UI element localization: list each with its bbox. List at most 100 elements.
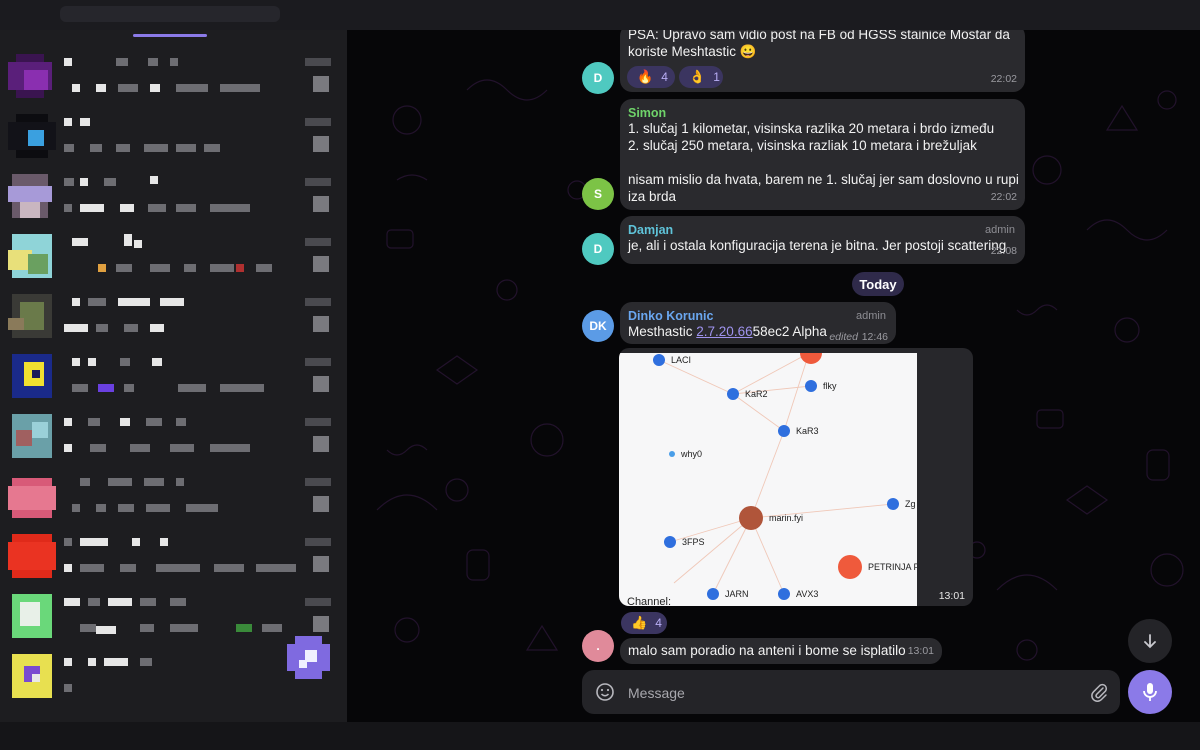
chat-list-item[interactable] [0,44,347,104]
edited-label: edited [829,331,858,343]
top-bar [0,0,1200,30]
blurred-title [60,6,280,22]
pixelated-avatar [4,230,56,282]
mesh-network-graph-image[interactable]: LACI KaR2 flky KaR3 why0 marin.fyi Zg 3FPS PETRI… [619,353,917,606]
sender-avatar[interactable]: D [582,62,614,94]
fire-emoji-icon: 🔥 [637,69,654,84]
message-text: iza brda [628,189,677,204]
graph-node-kar3 [778,425,790,437]
pixelated-avatar [4,650,56,702]
scroll-to-bottom-button[interactable] [1128,619,1172,663]
graph-node-avx3 [778,588,790,600]
network-graph: LACI KaR2 flky KaR3 why0 marin.fyi Zg 3FPS PETRI… [653,353,917,600]
arrow-down-icon [1144,634,1156,649]
message-time: 22:02 [990,191,1017,203]
message-text: 2. slučaj 250 metara, visinska razliak 1… [628,138,977,153]
pixelated-avatar [4,410,56,462]
graph-node-label: why0 [680,449,702,459]
pixelated-avatar [4,350,56,402]
pixelated-avatar [4,470,56,522]
paperclip-icon [1091,683,1107,702]
sender-avatar[interactable]: . [582,630,614,662]
message-bubble[interactable]: Dinko Korunic admin Mesthastic 2.7.20.66… [620,302,896,344]
graph-node-label: KaR2 [745,389,768,399]
pixelated-avatar [4,50,56,102]
message-text: 1. slučaj 1 kilometar, visinska razlika … [628,121,995,136]
graph-node-label: 3FPS [682,537,705,547]
message-time: 13:01 [907,645,934,657]
sender-avatar[interactable]: DK [582,310,614,342]
message-text: je, ali i ostala konfiguracija terena je… [628,238,1007,253]
chat-list-item[interactable] [0,524,347,584]
reaction-count: 1 [713,70,720,84]
chat-view: PSA: Upravo sam vidio post na FB od HGSS… [347,30,1200,722]
message-input[interactable] [626,670,1070,716]
message-bubble[interactable]: Damjan admin je, ali i ostala konfigurac… [620,216,1025,264]
chat-list-item[interactable] [0,284,347,344]
graph-node-flky [805,380,817,392]
graph-node-kar2 [727,388,739,400]
pixelated-avatar [4,290,56,342]
graph-node-3fps [664,536,676,548]
message-text: Mesthastic 2.7.20.6658ec2 Alpha [628,324,827,339]
chat-list-item[interactable] [0,344,347,404]
message-time: 22:08 [990,245,1017,257]
pixelated-avatar [4,590,56,642]
message-time: 22:02 [990,73,1017,85]
reaction-chip[interactable]: 👍 4 [621,612,667,634]
message-text: PSA: Upravo sam vidio post na FB od HGSS… [628,30,1010,42]
chat-list-item[interactable] [0,404,347,464]
reaction-count: 4 [661,70,668,84]
graph-node-label: PETRINJA F [868,562,917,572]
pixelated-avatar [4,170,56,222]
ok-hand-emoji-icon: 👌 [689,69,706,84]
reaction-chip[interactable]: 🔥 4 [627,66,675,88]
active-folder-indicator [133,34,207,37]
sender-avatar[interactable]: S [582,178,614,210]
sender-avatar[interactable]: D [582,233,614,265]
reaction-count: 4 [655,616,662,630]
graph-node-label: AVX3 [796,589,818,599]
image-message[interactable]: LACI KaR2 flky KaR3 why0 marin.fyi Zg 3FPS PETRI… [619,348,973,606]
microphone-icon [1143,683,1157,701]
message-text: nisam mislio da hvata, barem ne 1. sluča… [628,172,1019,187]
message-bubble[interactable]: malo sam poradio na anteni i bome se isp… [620,638,942,664]
graph-node-petrinja [838,555,862,579]
chat-list-sidebar [0,30,347,722]
graph-node-cropped [800,353,822,364]
message-time: 12:46 [861,331,888,343]
emoji-button[interactable] [594,681,616,703]
bottom-bar [0,722,1200,750]
pixelated-avatar [4,530,56,582]
graph-node-label: marin.fyi [769,513,803,523]
emoji-icon [596,683,614,701]
release-link[interactable]: 2.7.20.66 [696,324,752,339]
graph-node-label: flky [823,381,837,391]
message-bubble[interactable]: Simon 1. slučaj 1 kilometar, visinska ra… [620,99,1025,210]
graph-node-label: JARN [725,589,749,599]
message-text: malo sam poradio na anteni i bome se isp… [628,643,906,658]
chat-list-item[interactable] [0,224,347,284]
chat-list-item[interactable] [0,164,347,224]
graph-node-marin [739,506,763,530]
chat-list-item[interactable] [0,464,347,524]
graph-node-jarn [707,588,719,600]
voice-message-button[interactable] [1128,670,1172,714]
floating-compose-button[interactable] [287,636,330,679]
message-text: koriste Meshtastic 😀 [628,44,757,59]
graph-node-label: KaR3 [796,426,819,436]
graph-node-laci [653,354,665,366]
graph-node-why0 [669,451,675,457]
chat-list-item[interactable] [0,104,347,164]
graph-node-zg [887,498,899,510]
admin-badge: admin [856,310,886,322]
pixelated-avatar [4,110,56,162]
reaction-chip[interactable]: 👌 1 [679,66,723,88]
message-composer [582,670,1120,716]
chat-list-item[interactable] [0,584,347,644]
date-separator: Today [852,272,904,296]
attach-button[interactable] [1088,681,1110,703]
image-partial-text: Channel: [627,596,672,606]
graph-node-label: LACI [671,355,691,365]
thumbs-up-emoji-icon: 👍 [631,615,648,630]
